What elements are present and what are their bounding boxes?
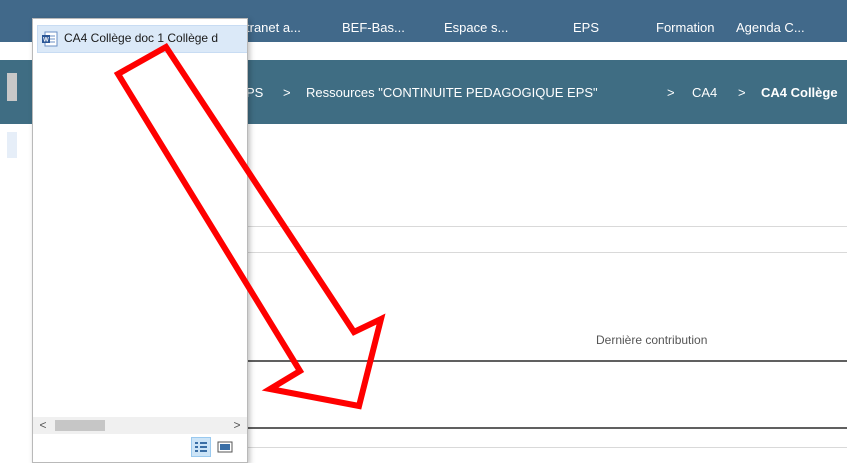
arrow-shape — [113, 43, 386, 410]
red-arrow-annotation — [113, 43, 386, 410]
